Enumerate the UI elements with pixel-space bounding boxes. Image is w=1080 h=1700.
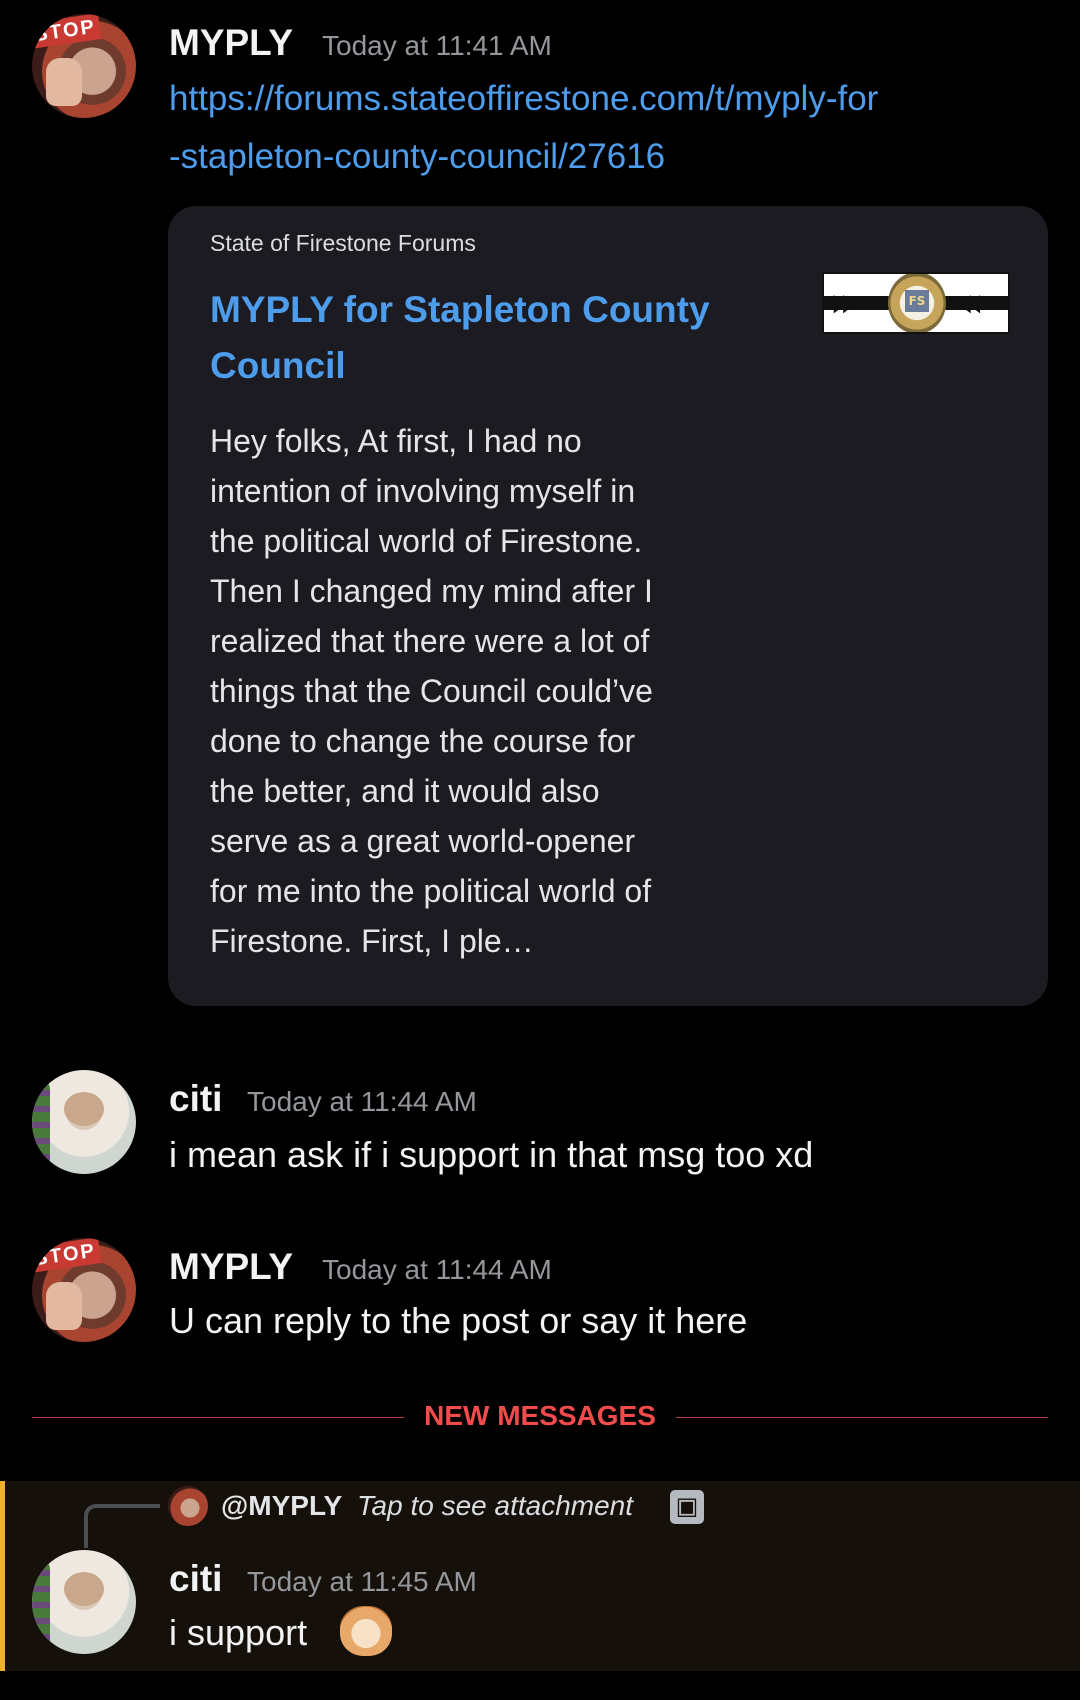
timestamp: Today at 11:45 AM bbox=[247, 1566, 477, 1597]
stop-sign-icon: STOP bbox=[32, 14, 102, 49]
new-messages-divider: NEW MESSAGES bbox=[424, 1400, 656, 1431]
timestamp: Today at 11:44 AM bbox=[322, 1254, 552, 1285]
divider-line-right bbox=[676, 1417, 1048, 1418]
forum-link-line-2[interactable]: -stapleton-county-council/27616 bbox=[169, 128, 1049, 186]
seal-icon: FS bbox=[888, 274, 946, 332]
reply-connector bbox=[84, 1504, 160, 1548]
author-name[interactable]: MYPLY bbox=[169, 1246, 293, 1288]
avatar-citi[interactable] bbox=[32, 1550, 136, 1654]
author-name[interactable]: citi bbox=[169, 1558, 222, 1600]
timestamp: Today at 11:41 AM bbox=[322, 30, 552, 61]
avatar-myply[interactable]: STOP bbox=[32, 1238, 136, 1342]
mention-highlight-bar bbox=[0, 1481, 5, 1671]
embed-description: Hey folks, At first, I had no intention … bbox=[210, 423, 653, 959]
author-name[interactable]: MYPLY bbox=[169, 22, 293, 64]
reply-preview[interactable]: Tap to see attachment bbox=[357, 1490, 633, 1522]
reply-avatar bbox=[168, 1486, 208, 1526]
forum-link[interactable]: https://forums.stateoffirestone.com/t/my… bbox=[169, 70, 1049, 186]
message-text: i support bbox=[169, 1612, 308, 1653]
timestamp: Today at 11:44 AM bbox=[247, 1086, 477, 1117]
hand-icon bbox=[46, 58, 82, 106]
cat-face-icon bbox=[64, 1092, 104, 1126]
reply-mention[interactable]: @MYPLY bbox=[221, 1490, 342, 1522]
forum-link-line-1[interactable]: https://forums.stateoffirestone.com/t/my… bbox=[169, 70, 1049, 128]
avatar-myply[interactable]: STOP bbox=[32, 14, 136, 118]
embed-title[interactable]: MYPLY for Stapleton County Council bbox=[210, 282, 770, 394]
vine-decoration-icon bbox=[32, 1080, 50, 1170]
vine-decoration-icon bbox=[32, 1560, 50, 1650]
divider-line-left bbox=[32, 1417, 404, 1418]
link-embed[interactable]: State of Firestone Forums MYPLY for Stap… bbox=[168, 206, 1048, 1006]
cat-emoji-icon[interactable] bbox=[340, 1606, 392, 1656]
cat-face-icon bbox=[64, 1572, 104, 1606]
author-name[interactable]: citi bbox=[169, 1078, 222, 1120]
chevron-right-icon: » bbox=[830, 280, 856, 326]
embed-thumbnail[interactable]: » « FS bbox=[822, 272, 1010, 334]
stop-sign-icon: STOP bbox=[32, 1238, 102, 1273]
image-icon[interactable]: ▣ bbox=[670, 1490, 704, 1524]
chevron-left-icon: « bbox=[958, 280, 984, 326]
seal-badge: FS bbox=[905, 290, 929, 312]
message-text: i mean ask if i support in that msg too … bbox=[169, 1134, 814, 1175]
embed-provider[interactable]: State of Firestone Forums bbox=[210, 230, 476, 257]
hand-icon bbox=[46, 1282, 82, 1330]
message-text: U can reply to the post or say it here bbox=[169, 1300, 748, 1341]
avatar-citi[interactable] bbox=[32, 1070, 136, 1174]
